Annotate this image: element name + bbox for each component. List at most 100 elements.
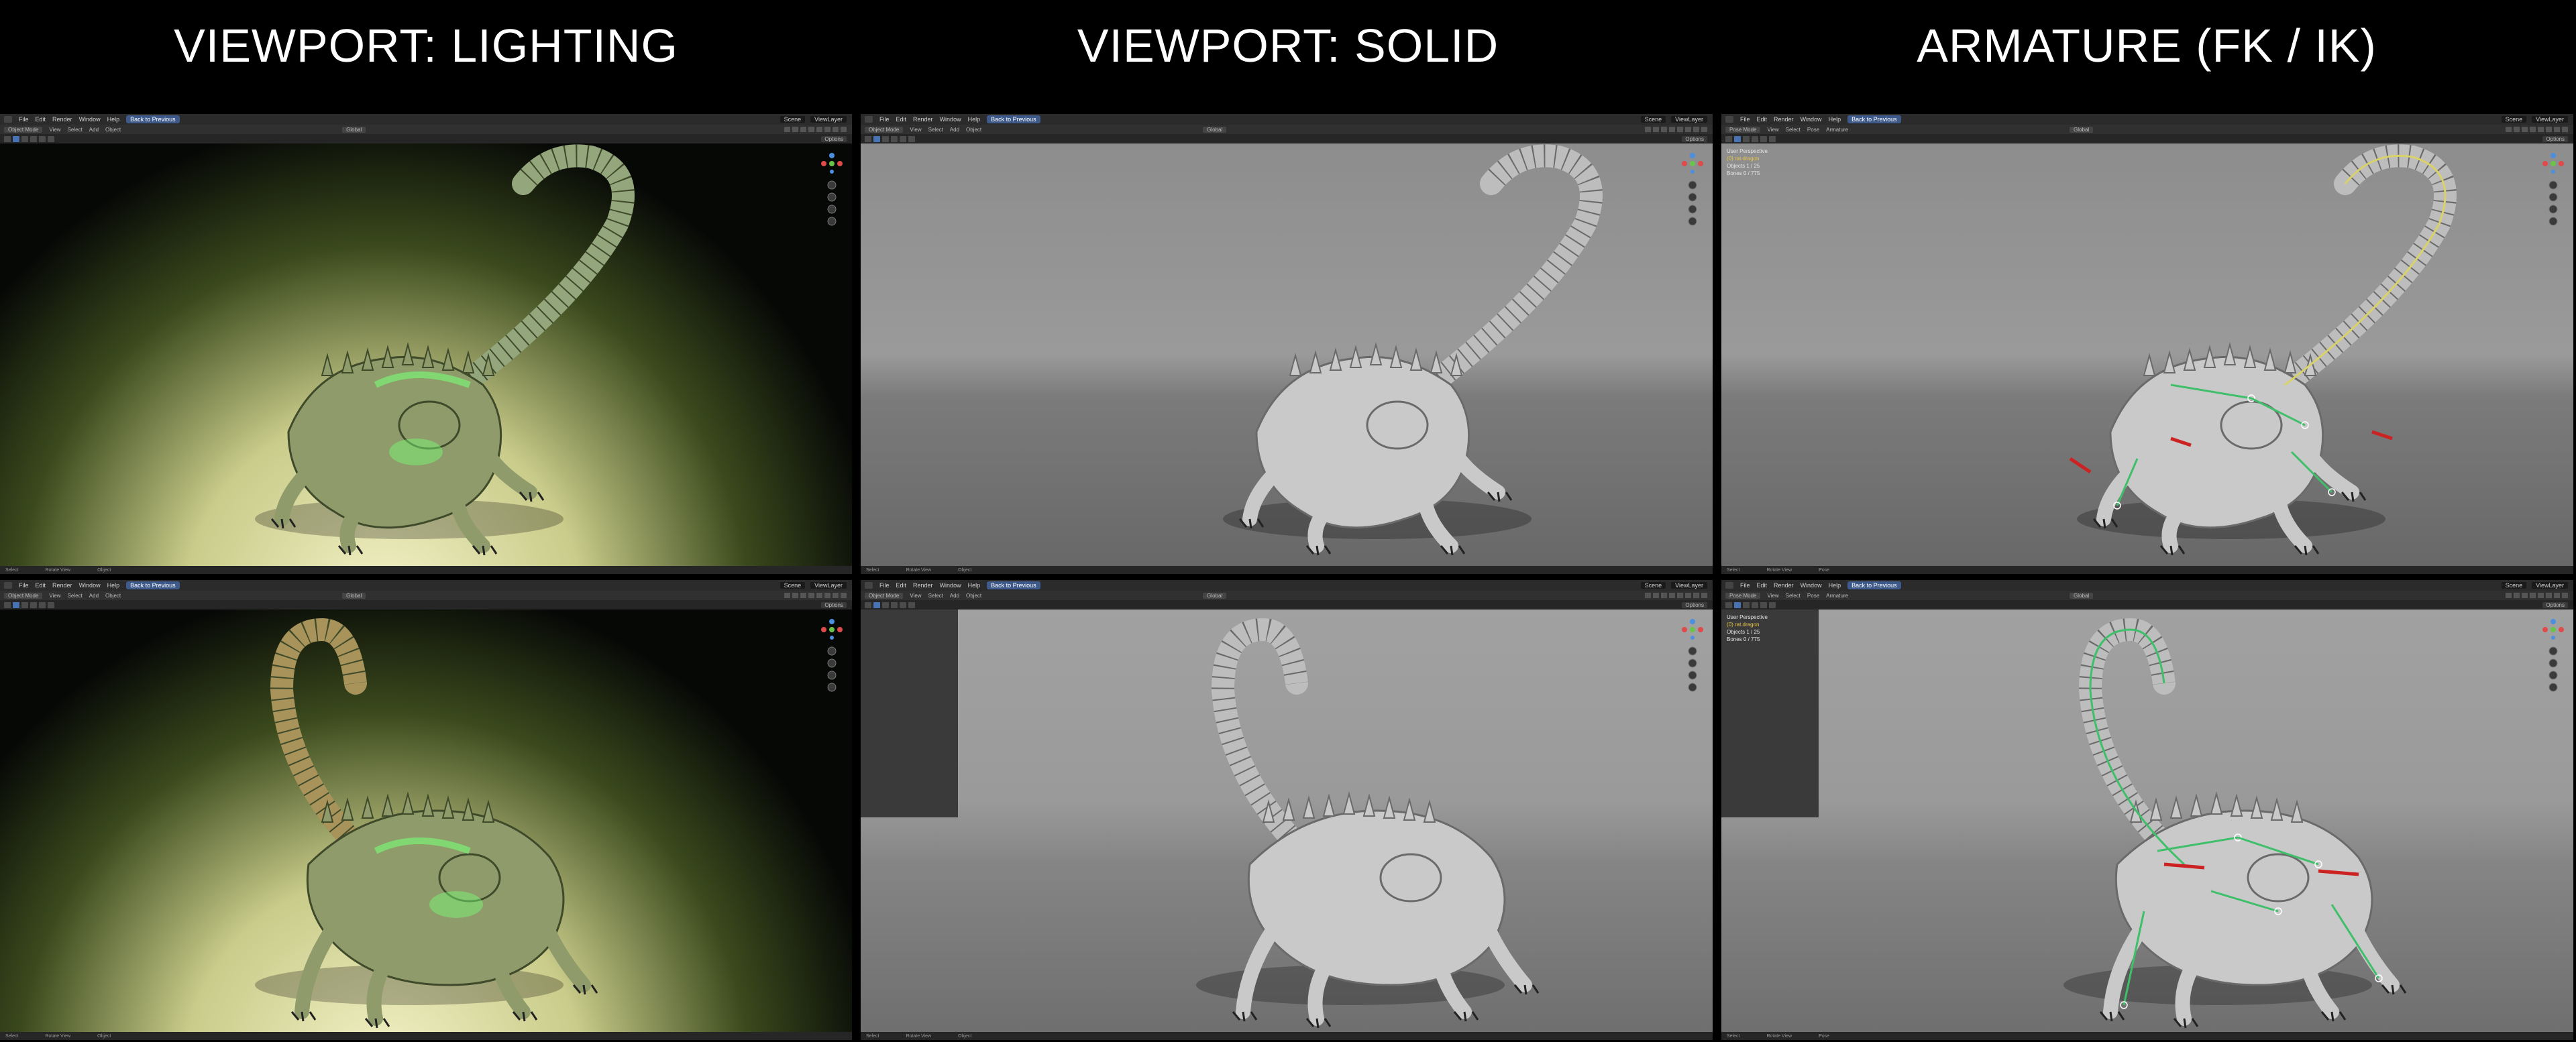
shading-mode-icon[interactable] — [841, 127, 847, 132]
viewport-menu-select[interactable]: Select — [1786, 127, 1801, 133]
mode-selector[interactable]: Object Mode — [4, 592, 43, 599]
shading-mode-icon[interactable] — [2530, 127, 2536, 132]
menu-help[interactable]: Help — [107, 582, 120, 589]
tool-icon[interactable] — [900, 135, 906, 142]
shading-mode-icon[interactable] — [2506, 593, 2512, 598]
menu-edit[interactable]: Edit — [896, 116, 907, 123]
tool-icon[interactable] — [1769, 601, 1776, 608]
shading-mode-icon[interactable] — [833, 593, 839, 598]
options-dropdown[interactable]: Options — [821, 135, 847, 142]
menu-help[interactable]: Help — [1829, 582, 1841, 589]
scene-field[interactable]: Scene — [780, 116, 806, 123]
tool-icon[interactable] — [30, 601, 37, 608]
shading-mode-icon[interactable] — [1693, 593, 1699, 598]
orientation-selector[interactable]: Global — [342, 592, 366, 599]
viewport-menu-view[interactable]: View — [1767, 593, 1778, 599]
view-layer-field[interactable]: ViewLayer — [1671, 582, 1707, 589]
view-layer-field[interactable]: ViewLayer — [2532, 116, 2568, 123]
options-dropdown[interactable]: Options — [1682, 135, 1707, 142]
shading-mode-icon[interactable] — [800, 593, 806, 598]
tool-icon[interactable] — [1752, 601, 1758, 608]
tool-icon[interactable] — [882, 135, 889, 142]
viewport-menu-object[interactable]: Object — [105, 127, 121, 133]
tool-icon[interactable] — [13, 601, 19, 608]
shading-mode-icon[interactable] — [1677, 127, 1683, 132]
menu-help[interactable]: Help — [107, 116, 120, 123]
viewport-menu-pose[interactable]: Pose — [1807, 127, 1819, 133]
tool-icon[interactable] — [900, 601, 906, 608]
shading-mode-icon[interactable] — [2546, 127, 2552, 132]
viewport-menu-select[interactable]: Select — [928, 593, 943, 599]
back-to-previous-button[interactable]: Back to Previous — [126, 115, 180, 123]
blender-logo-icon[interactable] — [1725, 582, 1733, 589]
tool-icon[interactable] — [1760, 135, 1767, 142]
tool-icon[interactable] — [908, 601, 915, 608]
scene-field[interactable]: Scene — [1640, 582, 1666, 589]
shading-mode-icon[interactable] — [824, 593, 830, 598]
viewport-menu-add[interactable]: Add — [89, 127, 99, 133]
tool-icon[interactable] — [4, 135, 11, 142]
tool-icon[interactable] — [39, 601, 46, 608]
tool-icon[interactable] — [39, 135, 46, 142]
viewport-menu-object[interactable]: Object — [966, 127, 981, 133]
menu-render[interactable]: Render — [1774, 116, 1794, 123]
menu-window[interactable]: Window — [1801, 582, 1822, 589]
tool-icon[interactable] — [1760, 601, 1767, 608]
menu-file[interactable]: File — [879, 582, 890, 589]
shading-mode-icon[interactable] — [841, 593, 847, 598]
shading-mode-icon[interactable] — [792, 593, 798, 598]
tool-icon[interactable] — [1725, 135, 1732, 142]
mode-selector[interactable]: Pose Mode — [1725, 126, 1761, 133]
tool-icon[interactable] — [4, 601, 11, 608]
menu-render[interactable]: Render — [52, 116, 72, 123]
shading-mode-icon[interactable] — [2514, 593, 2520, 598]
viewport-menu-add[interactable]: Add — [950, 593, 959, 599]
options-dropdown[interactable]: Options — [821, 601, 847, 608]
menu-window[interactable]: Window — [79, 582, 101, 589]
menu-edit[interactable]: Edit — [1757, 116, 1768, 123]
viewport-menu-object[interactable]: Object — [105, 593, 121, 599]
menu-help[interactable]: Help — [1829, 116, 1841, 123]
menu-edit[interactable]: Edit — [36, 582, 46, 589]
back-to-previous-button[interactable]: Back to Previous — [1847, 581, 1901, 589]
3d-viewport[interactable]: User Perspective (0) rat.dragon Objects 1 … — [1721, 143, 2573, 566]
menu-window[interactable]: Window — [79, 116, 101, 123]
viewport-menu-add[interactable]: Add — [89, 593, 99, 599]
axis-gizmo-icon[interactable] — [818, 150, 845, 237]
viewport-menu-add[interactable]: Add — [950, 127, 959, 133]
shading-mode-icon[interactable] — [2562, 593, 2568, 598]
blender-logo-icon[interactable] — [4, 582, 12, 589]
shading-mode-icon[interactable] — [1701, 127, 1707, 132]
shading-mode-icon[interactable] — [816, 593, 822, 598]
tool-icon[interactable] — [1743, 135, 1750, 142]
options-dropdown[interactable]: Options — [1682, 601, 1707, 608]
shading-mode-icon[interactable] — [833, 127, 839, 132]
viewport-menu-view[interactable]: View — [49, 593, 60, 599]
viewport-menu-view[interactable]: View — [1767, 127, 1778, 133]
orientation-selector[interactable]: Global — [2070, 126, 2094, 133]
scene-field[interactable]: Scene — [2501, 582, 2527, 589]
menu-edit[interactable]: Edit — [36, 116, 46, 123]
axis-gizmo-icon[interactable] — [2540, 616, 2567, 703]
shading-mode-icon[interactable] — [2562, 127, 2568, 132]
orientation-selector[interactable]: Global — [342, 126, 366, 133]
shading-mode-icon[interactable] — [792, 127, 798, 132]
shading-mode-icon[interactable] — [1669, 593, 1675, 598]
options-dropdown[interactable]: Options — [2542, 135, 2568, 142]
view-layer-field[interactable]: ViewLayer — [810, 582, 847, 589]
tool-icon[interactable] — [891, 601, 898, 608]
scene-field[interactable]: Scene — [780, 582, 806, 589]
back-to-previous-button[interactable]: Back to Previous — [987, 115, 1040, 123]
menu-file[interactable]: File — [1740, 582, 1750, 589]
shading-mode-icon[interactable] — [824, 127, 830, 132]
shading-mode-icon[interactable] — [1661, 127, 1667, 132]
menu-window[interactable]: Window — [940, 582, 961, 589]
tool-icon[interactable] — [1769, 135, 1776, 142]
view-layer-field[interactable]: ViewLayer — [810, 116, 847, 123]
tool-icon[interactable] — [30, 135, 37, 142]
tool-icon[interactable] — [865, 135, 871, 142]
menu-edit[interactable]: Edit — [896, 582, 907, 589]
shading-mode-icon[interactable] — [2530, 593, 2536, 598]
menu-render[interactable]: Render — [913, 116, 933, 123]
viewport-menu-select[interactable]: Select — [68, 593, 83, 599]
